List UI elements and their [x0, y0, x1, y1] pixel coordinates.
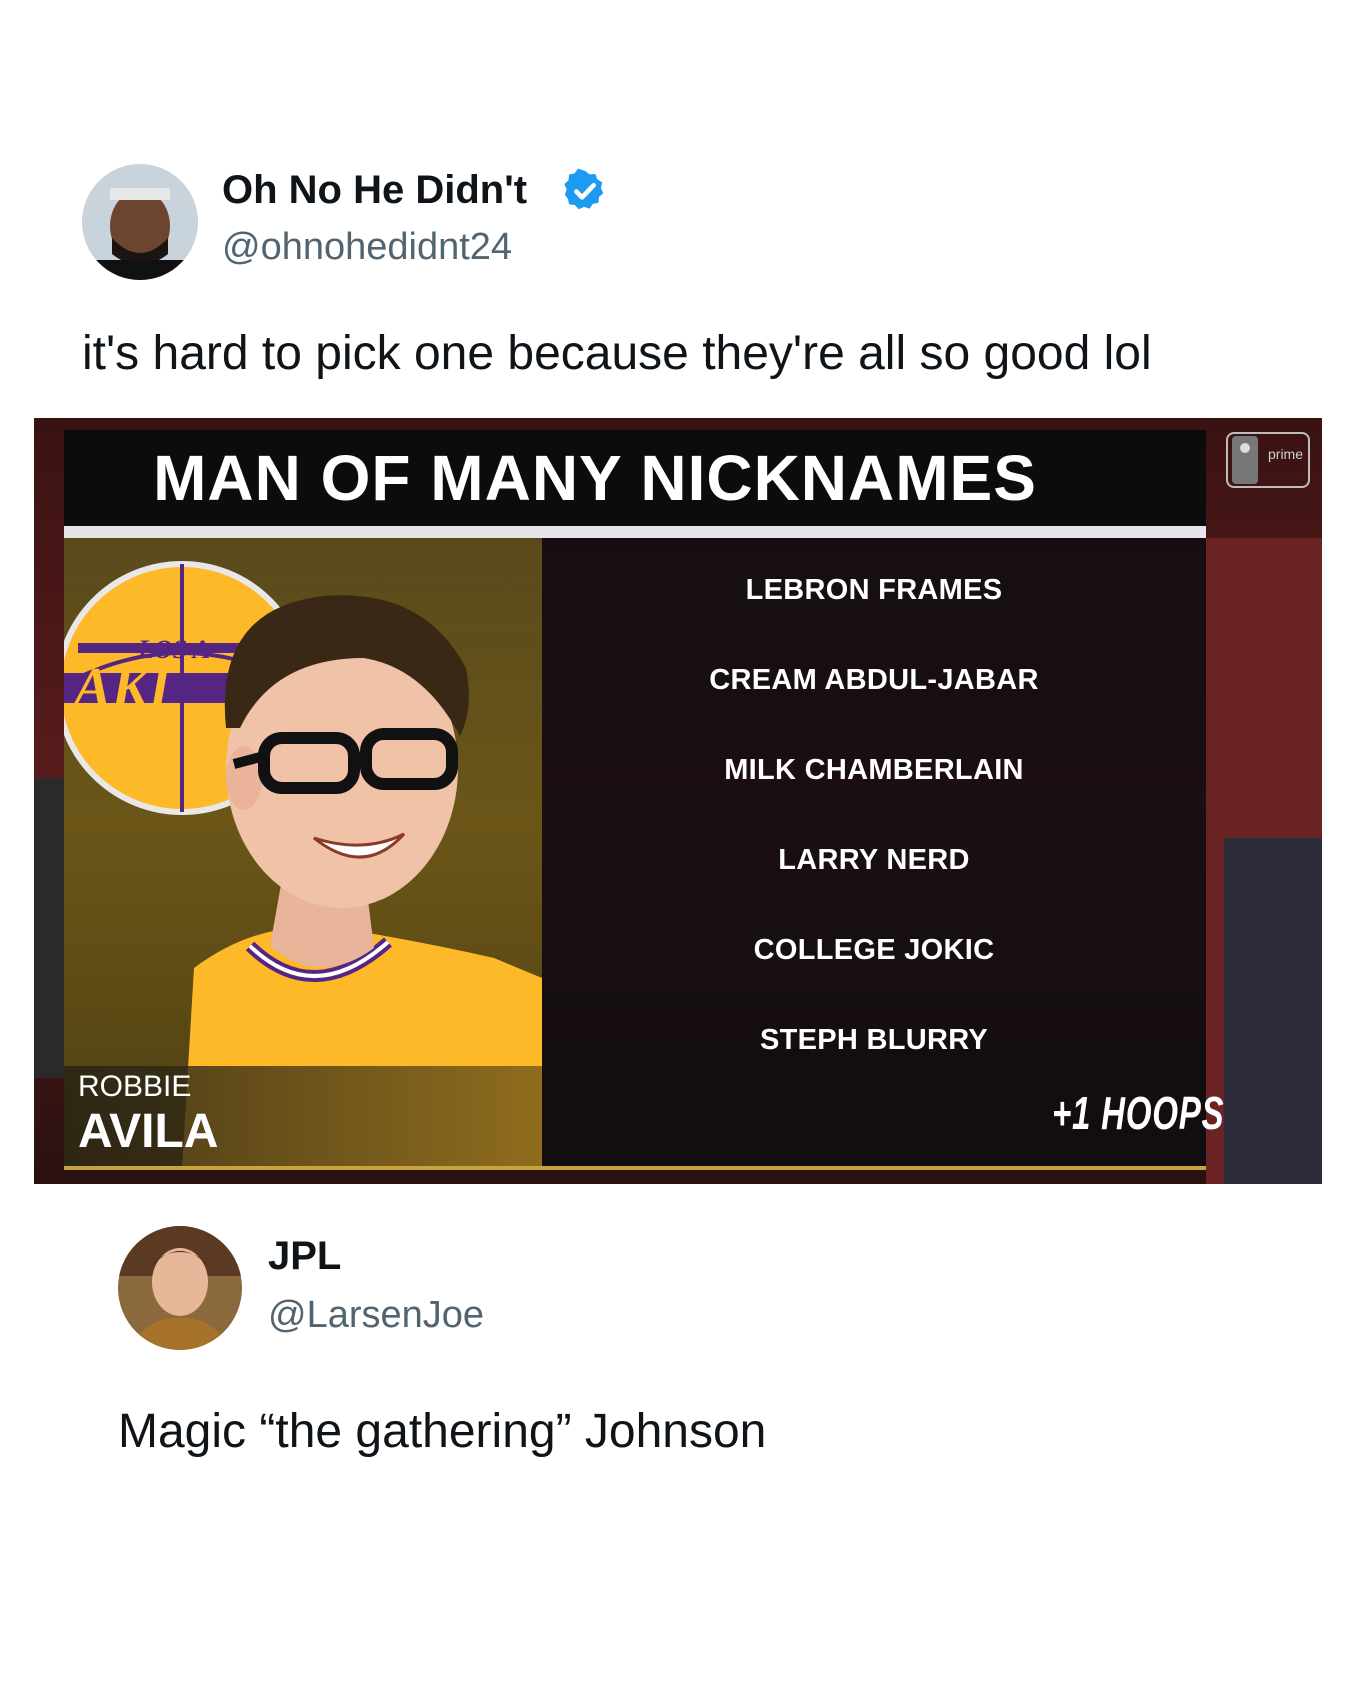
user-handle[interactable]: @LarsenJoe	[268, 1294, 484, 1337]
nicknames-panel: LEBRON FRAMES CREAM ABDUL-JABAR MILK CHA…	[542, 538, 1206, 1168]
verified-badge-icon	[564, 168, 604, 210]
display-name[interactable]: JPL	[268, 1234, 341, 1279]
logo-text: AKI	[71, 657, 173, 719]
player-last-name: AVILA	[78, 1105, 219, 1158]
tweet-text: it's hard to pick one because they're al…	[82, 327, 1152, 380]
nickname-item: LEBRON FRAMES	[745, 574, 1003, 606]
user-handle[interactable]: @ohnohedidnt24	[222, 226, 512, 269]
nickname-item: LARRY NERD	[778, 844, 970, 876]
graphic-bottom-accent	[64, 1166, 1206, 1170]
player-first-name: ROBBIE	[78, 1070, 192, 1103]
nba-logo-icon	[1232, 436, 1258, 484]
nickname-item: COLLEGE JOKIC	[753, 934, 995, 966]
display-name[interactable]: Oh No He Didn't	[222, 168, 527, 213]
nickname-item: MILK CHAMBERLAIN	[724, 754, 1024, 786]
hoops-watermark: +1 HOOPS	[1052, 1087, 1225, 1139]
avatar[interactable]	[118, 1226, 242, 1350]
network-badge-label: prime	[1268, 446, 1304, 462]
graphic-title: MAN OF MANY NICKNAMES	[153, 442, 1037, 514]
tweet-text: Magic “the gathering” Johnson	[118, 1405, 767, 1458]
nickname-item: CREAM ABDUL-JABAR	[709, 664, 1039, 696]
avatar[interactable]	[82, 164, 198, 280]
graphic-title-bar: MAN OF MANY NICKNAMES	[64, 430, 1206, 526]
attached-image[interactable]: MAN OF MANY NICKNAMES LOS A AKI ROBBIE A…	[34, 418, 1322, 1184]
title-divider	[64, 526, 1206, 538]
nickname-item: STEPH BLURRY	[759, 1024, 989, 1056]
